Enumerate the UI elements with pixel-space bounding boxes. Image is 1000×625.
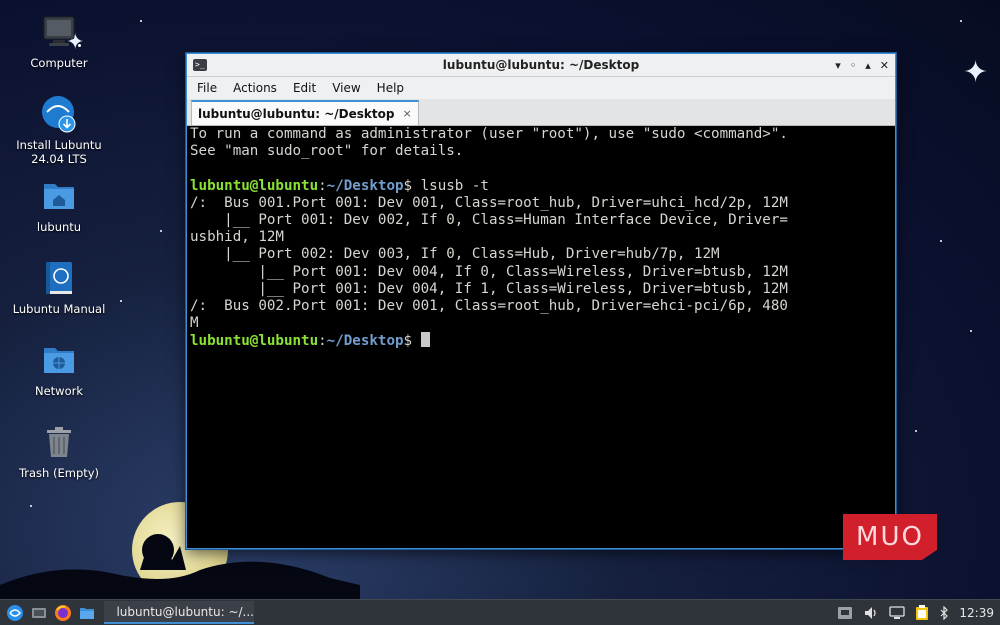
terminal-line: /: Bus 001.Port 001: Dev 001, Class=root…	[190, 194, 788, 211]
restore-button[interactable]: ▴	[865, 59, 871, 72]
taskbar-task-terminal[interactable]: lubuntu@lubuntu: ~/...	[104, 601, 254, 624]
tray-device-icon[interactable]	[837, 606, 853, 620]
volume-icon[interactable]	[863, 606, 879, 620]
show-desktop-icon[interactable]	[30, 604, 48, 622]
close-button[interactable]: ✕	[880, 59, 889, 72]
trash-icon	[39, 422, 79, 462]
menu-file[interactable]: File	[189, 77, 225, 99]
terminal-line: |__ Port 001: Dev 004, If 1, Class=Wirel…	[190, 280, 788, 297]
tab-label: lubuntu@lubuntu: ~/Desktop	[198, 106, 395, 121]
menu-help[interactable]: Help	[369, 77, 412, 99]
terminal-window[interactable]: >_ lubuntu@lubuntu: ~/Desktop ▾ ◦ ▴ ✕ Fi…	[186, 53, 896, 549]
prompt-line: lubuntu@lubuntu:~/Desktop$ lsusb -t	[190, 178, 892, 195]
muo-watermark-logo: MUO	[843, 514, 937, 560]
taskbar-task-label: lubuntu@lubuntu: ~/...	[116, 604, 254, 619]
terminal-line: M	[190, 315, 199, 332]
desktop-icon-label: Install Lubuntu 24.04 LTS	[16, 138, 102, 166]
clock[interactable]: 12:39	[959, 606, 994, 620]
terminal-line: /: Bus 002.Port 001: Dev 001, Class=root…	[190, 297, 788, 314]
desktop-icon-label: Lubuntu Manual	[12, 302, 106, 316]
prompt-separator: :	[318, 177, 327, 194]
star	[940, 240, 942, 242]
prompt-separator: :	[318, 333, 327, 350]
network-folder-icon	[39, 340, 79, 380]
terminal-line: |__ Port 001: Dev 004, If 0, Class=Wirel…	[190, 263, 788, 280]
desktop-icon-label: lubuntu	[36, 220, 82, 234]
firefox-icon[interactable]	[54, 604, 72, 622]
terminal-line: usbhid, 12M	[190, 229, 284, 246]
terminal-output[interactable]: To run a command as administrator (user …	[187, 126, 895, 548]
prompt-symbol: $	[403, 333, 421, 350]
maximize-button[interactable]: ◦	[850, 59, 857, 72]
terminal-line: To run a command as administrator (user …	[190, 126, 788, 142]
command-text: lsusb -t	[420, 177, 489, 194]
tab-bar: lubuntu@lubuntu: ~/Desktop ×	[187, 99, 895, 126]
desktop-icon-computer[interactable]: Computer	[9, 12, 109, 70]
lubuntu-menu-icon[interactable]	[6, 604, 24, 622]
star	[120, 300, 122, 302]
menu-edit[interactable]: Edit	[285, 77, 324, 99]
prompt-user: lubuntu@lubuntu	[190, 177, 319, 194]
menu-bar: File Actions Edit View Help	[187, 77, 895, 99]
prompt-path: ~/Desktop	[326, 177, 404, 194]
file-manager-icon[interactable]	[78, 604, 96, 622]
desktop-icon-network[interactable]: Network	[9, 340, 109, 398]
bluetooth-icon[interactable]	[939, 605, 949, 620]
desktop-icon-install-lubuntu[interactable]: Install Lubuntu 24.04 LTS	[9, 94, 109, 166]
sparkle-star: ✦	[963, 55, 989, 90]
desktop-icon-label: Computer	[30, 56, 88, 70]
star	[140, 20, 142, 22]
taskbar: lubuntu@lubuntu: ~/... 12:39	[0, 599, 1000, 625]
tab-terminal[interactable]: lubuntu@lubuntu: ~/Desktop ×	[191, 100, 419, 125]
star	[960, 20, 962, 22]
desktop-icon-trash[interactable]: Trash (Empty)	[9, 422, 109, 480]
desktop-icon-label: Trash (Empty)	[18, 466, 100, 480]
window-title: lubuntu@lubuntu: ~/Desktop	[442, 58, 640, 72]
home-folder-icon	[39, 176, 79, 216]
terminal-line: |__ Port 001: Dev 002, If 0, Class=Human…	[190, 211, 788, 228]
desktop-icon-home[interactable]: lubuntu	[9, 176, 109, 234]
menu-view[interactable]: View	[324, 77, 368, 99]
terminal-task-icon	[109, 610, 111, 613]
prompt-line: lubuntu@lubuntu:~/Desktop$	[190, 332, 892, 349]
prompt-path: ~/Desktop	[326, 333, 404, 350]
clipboard-icon[interactable]	[915, 604, 929, 621]
terminal-line: See "man sudo_root" for details.	[190, 143, 464, 160]
text-cursor	[420, 332, 430, 348]
system-tray: 12:39	[837, 600, 1000, 625]
star	[160, 230, 162, 232]
menu-actions[interactable]: Actions	[225, 77, 285, 99]
tab-close-icon[interactable]: ×	[402, 107, 411, 120]
prompt-user: lubuntu@lubuntu	[190, 333, 319, 350]
minimize-button[interactable]: ▾	[835, 59, 841, 72]
star	[30, 505, 32, 507]
computer-icon	[39, 12, 79, 52]
window-titlebar[interactable]: >_ lubuntu@lubuntu: ~/Desktop ▾ ◦ ▴ ✕	[187, 54, 895, 77]
install-icon	[39, 94, 79, 134]
desktop-icon-label: Network	[34, 384, 84, 398]
manual-book-icon	[39, 258, 79, 298]
prompt-symbol: $	[403, 177, 421, 194]
terminal-line: |__ Port 002: Dev 003, If 0, Class=Hub, …	[190, 246, 720, 263]
network-status-icon[interactable]	[889, 605, 906, 620]
star	[915, 430, 917, 432]
star	[970, 330, 972, 332]
desktop-icon-manual[interactable]: Lubuntu Manual	[9, 258, 109, 316]
